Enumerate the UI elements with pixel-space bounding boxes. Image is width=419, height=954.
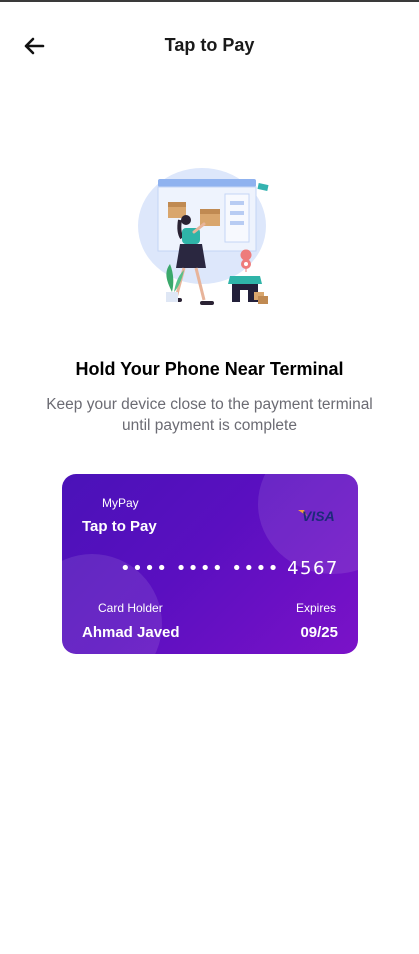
app-header: Tap to Pay	[0, 2, 419, 88]
page-title: Tap to Pay	[164, 35, 255, 55]
card-title: Tap to Pay	[82, 518, 157, 535]
card-holder-name: Ahmad Javed	[82, 624, 180, 641]
visa-logo-icon: VISA	[296, 506, 340, 529]
instruction-subtext: Keep your device close to the payment te…	[46, 396, 373, 434]
delivery-illustration	[130, 160, 280, 310]
card-number: •••• •••• •••• 4567	[120, 558, 339, 579]
card-brand: MyPay	[102, 496, 139, 510]
card-expires-label: Expires	[295, 601, 336, 615]
visa-logo-text: VISA	[302, 508, 335, 524]
card-holder-label: Card Holder	[98, 601, 163, 615]
card-expires-value: 09/25	[300, 624, 338, 641]
payment-card[interactable]: MyPay Tap to Pay VISA •••• •••• •••• 456…	[62, 474, 358, 654]
instruction-heading: Hold Your Phone Near Terminal	[75, 359, 344, 379]
